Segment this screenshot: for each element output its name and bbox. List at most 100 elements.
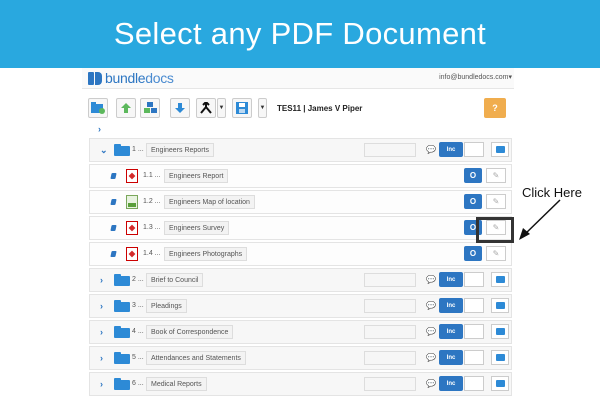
include-button[interactable]: Inc: [439, 142, 463, 157]
document-label[interactable]: Engineers Survey: [164, 221, 230, 235]
section-note-field[interactable]: [364, 273, 416, 287]
section-row[interactable]: ⌄ 1 ... Engineers Reports 💬 Inc: [89, 138, 512, 162]
section-note-field[interactable]: [364, 377, 416, 391]
edit-document-button[interactable]: ✎: [486, 168, 506, 183]
document-row[interactable]: 1.4 ... Engineers Photographs O ✎: [89, 242, 512, 266]
folder-icon: [495, 328, 505, 335]
open-folder-button[interactable]: [491, 298, 509, 313]
expand-all-chevron-icon[interactable]: ›: [98, 124, 101, 134]
document-number: 1.2 ...: [143, 198, 161, 205]
book-icon: [110, 199, 117, 205]
comment-icon[interactable]: 💬: [426, 327, 436, 336]
folder-icon: [495, 354, 505, 361]
document-label[interactable]: Engineers Report: [164, 169, 229, 183]
folder-icon: [114, 326, 130, 338]
help-button[interactable]: ?: [484, 98, 506, 118]
toolbar: ▼ ▼ TES11 | James V Piper ?: [82, 98, 514, 120]
section-label[interactable]: Brief to Council: [146, 273, 204, 287]
folder-icon: [114, 378, 130, 390]
comment-icon[interactable]: 💬: [426, 145, 436, 154]
folder-icon: [495, 276, 505, 283]
merge-button[interactable]: [196, 98, 216, 118]
document-row[interactable]: 1.1 ... Engineers Report O ✎: [89, 164, 512, 188]
open-document-button[interactable]: O: [464, 246, 482, 261]
banner: Select any PDF Document: [0, 0, 600, 68]
book-icon: [110, 225, 117, 231]
chevron-right-icon[interactable]: ›: [100, 301, 103, 311]
section-note-field[interactable]: [364, 299, 416, 313]
chevron-right-icon[interactable]: ›: [100, 275, 103, 285]
image-document-icon: [126, 195, 138, 209]
open-folder-button[interactable]: [491, 376, 509, 391]
open-folder-button[interactable]: [491, 272, 509, 287]
section-row[interactable]: › 5 ... Attendances and Statements 💬 Inc: [89, 346, 512, 370]
chevron-down-icon[interactable]: ⌄: [100, 145, 108, 156]
comment-icon[interactable]: 💬: [426, 301, 436, 310]
document-label[interactable]: Engineers Map of location: [164, 195, 255, 209]
include-button[interactable]: Inc: [439, 298, 463, 313]
save-dropdown-caret[interactable]: ▼: [258, 98, 267, 118]
section-row[interactable]: › 3 ... Pleadings 💬 Inc: [89, 294, 512, 318]
document-row[interactable]: 1.3 ... Engineers Survey O ✎: [89, 216, 512, 240]
section-number: 2 ...: [132, 276, 144, 283]
app-window: bundledocs info@bundledocs.com▾ ▼ ▼ TES1…: [82, 68, 514, 400]
edit-pencil-icon: ✎: [492, 171, 500, 180]
section-row[interactable]: › 2 ... Brief to Council 💬 Inc: [89, 268, 512, 292]
include-toggle[interactable]: [464, 142, 484, 157]
new-section-button[interactable]: [88, 98, 108, 118]
comment-icon[interactable]: 💬: [426, 379, 436, 388]
section-note-field[interactable]: [364, 325, 416, 339]
section-number: 5 ...: [132, 354, 144, 361]
open-folder-button[interactable]: [491, 324, 509, 339]
open-folder-button[interactable]: [491, 142, 509, 157]
section-note-field[interactable]: [364, 143, 416, 157]
document-number: 1.1 ...: [143, 172, 161, 179]
pdf-icon: [126, 221, 138, 235]
folder-icon: [495, 302, 505, 309]
upload-button[interactable]: [116, 98, 136, 118]
document-label[interactable]: Engineers Photographs: [164, 247, 248, 261]
case-title: TES11 | James V Piper: [277, 104, 363, 113]
save-button[interactable]: [232, 98, 252, 118]
chevron-right-icon[interactable]: ›: [100, 353, 103, 363]
section-label[interactable]: Medical Reports: [146, 377, 207, 391]
bundle-button[interactable]: [140, 98, 160, 118]
include-toggle[interactable]: [464, 376, 484, 391]
include-button[interactable]: Inc: [439, 272, 463, 287]
section-row[interactable]: › 4 ... Book of Correspondence 💬 Inc: [89, 320, 512, 344]
merge-dropdown-caret[interactable]: ▼: [217, 98, 226, 118]
section-number: 3 ...: [132, 302, 144, 309]
download-button[interactable]: [170, 98, 190, 118]
edit-document-button[interactable]: ✎: [486, 246, 506, 261]
comment-icon[interactable]: 💬: [426, 353, 436, 362]
open-document-button[interactable]: O: [464, 168, 482, 183]
section-label[interactable]: Pleadings: [146, 299, 187, 313]
section-label[interactable]: Attendances and Statements: [146, 351, 246, 365]
section-note-field[interactable]: [364, 351, 416, 365]
include-button[interactable]: Inc: [439, 324, 463, 339]
open-document-button[interactable]: O: [464, 194, 482, 209]
pdf-icon: [126, 169, 138, 183]
chevron-right-icon[interactable]: ›: [100, 327, 103, 337]
include-toggle[interactable]: [464, 324, 484, 339]
include-toggle[interactable]: [464, 272, 484, 287]
document-row[interactable]: 1.2 ... Engineers Map of location O ✎: [89, 190, 512, 214]
highlight-box: [476, 217, 514, 243]
include-button[interactable]: Inc: [439, 376, 463, 391]
open-folder-button[interactable]: [491, 350, 509, 365]
include-toggle[interactable]: [464, 298, 484, 313]
comment-icon[interactable]: 💬: [426, 275, 436, 284]
include-toggle[interactable]: [464, 350, 484, 365]
folder-icon: [114, 352, 130, 364]
account-menu[interactable]: info@bundledocs.com▾: [439, 73, 512, 81]
section-label[interactable]: Book of Correspondence: [146, 325, 234, 339]
edit-document-button[interactable]: ✎: [486, 194, 506, 209]
book-icon: [110, 173, 117, 179]
chevron-right-icon[interactable]: ›: [100, 379, 103, 389]
edit-pencil-icon: ✎: [492, 249, 500, 258]
include-button[interactable]: Inc: [439, 350, 463, 365]
logo[interactable]: bundledocs: [88, 70, 174, 86]
top-bar: bundledocs info@bundledocs.com▾: [82, 68, 514, 89]
section-label[interactable]: Engineers Reports: [146, 143, 214, 157]
section-row[interactable]: › 6 ... Medical Reports 💬 Inc: [89, 372, 512, 396]
